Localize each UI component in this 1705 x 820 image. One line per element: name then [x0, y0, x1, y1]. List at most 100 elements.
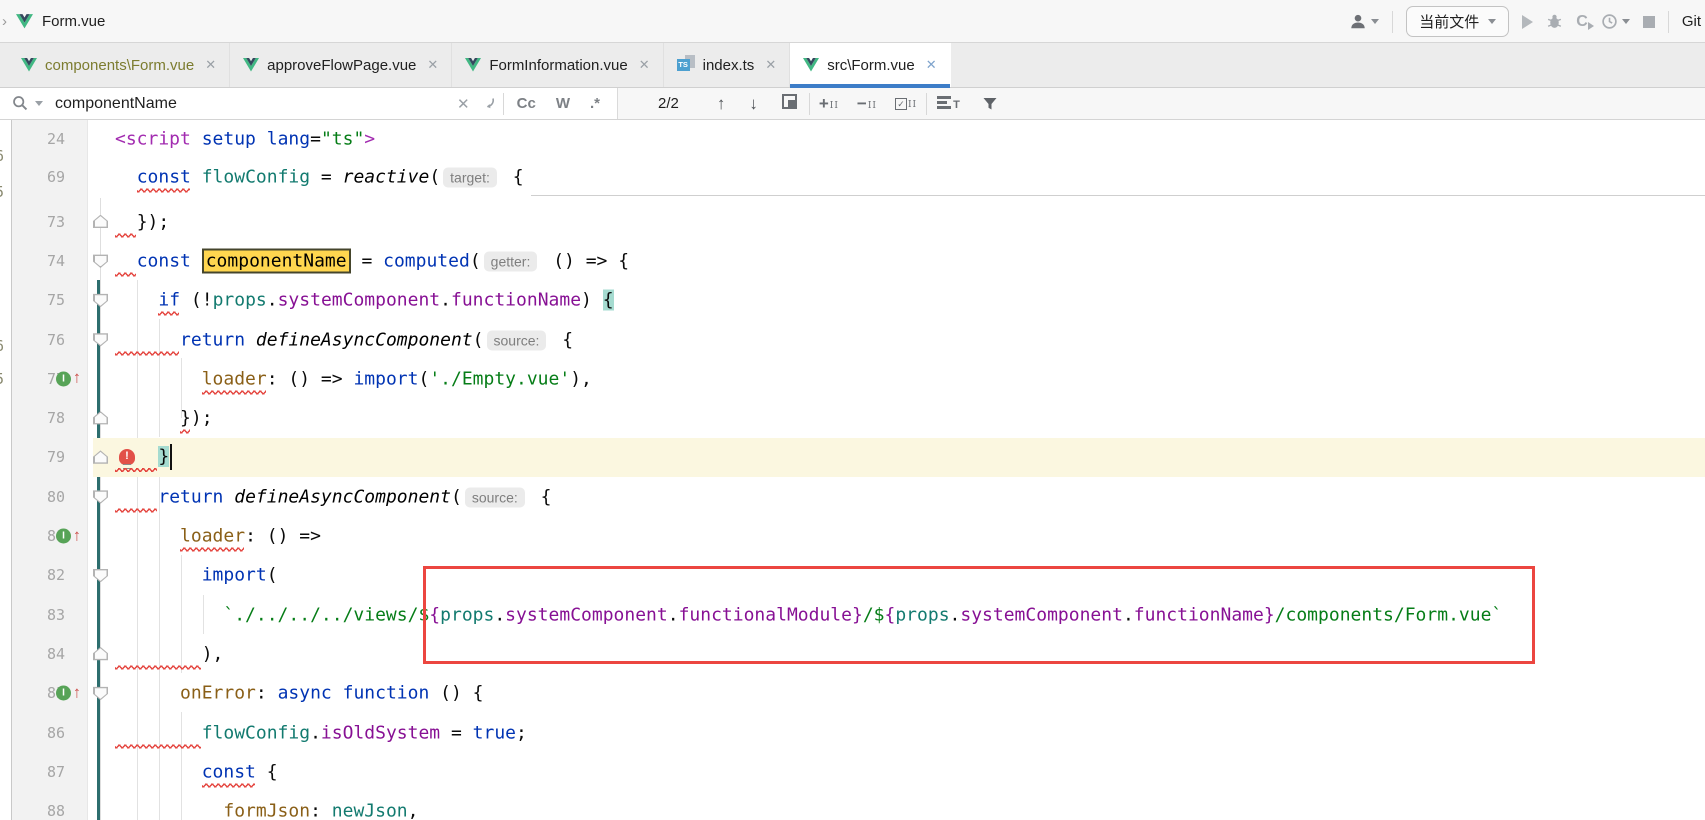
search-query-text[interactable]: componentName	[55, 95, 177, 113]
text-cursor	[170, 444, 172, 470]
code-text: onError: async function () {	[115, 683, 484, 704]
fold-marker-icon[interactable]	[93, 411, 108, 425]
tab-close-icon[interactable]: ✕	[765, 57, 776, 73]
code-line-75[interactable]: 75 if (!props.systemComponent.functionNa…	[0, 281, 1705, 320]
clipped-line-number: 5	[0, 370, 9, 388]
implemented-gutter-icon[interactable]: I↑	[56, 371, 81, 386]
vue-logo-icon	[243, 58, 259, 72]
code-line-79[interactable]: 79! }	[0, 438, 1705, 477]
match-case-toggle[interactable]: Cc	[510, 95, 543, 112]
tab-label: index.ts	[703, 57, 755, 74]
sticky-lines-separator	[531, 195, 1705, 196]
code-line-81[interactable]: 81I↑ loader: () =>	[0, 516, 1705, 555]
code-text: <script setup lang="ts">	[115, 129, 375, 150]
git-menu-label[interactable]: Git	[1682, 13, 1701, 30]
code-text: loader: () =>	[115, 526, 321, 547]
chevron-down-icon	[1371, 19, 1379, 24]
fold-marker-icon[interactable]	[93, 293, 108, 307]
select-all-occurrences-icon[interactable]: ✓II	[886, 98, 926, 110]
search-history-icon[interactable]	[35, 101, 43, 106]
run-icon[interactable]	[1522, 15, 1533, 29]
line-number: 73	[0, 213, 76, 231]
tab-label: approveFlowPage.vue	[267, 57, 416, 74]
toolbar-divider	[503, 93, 504, 115]
tab-approveflowpage.vue[interactable]: approveFlowPage.vue ✕	[230, 43, 452, 87]
title-bar: › Form.vue 当前文件 C Git	[0, 0, 1705, 43]
search-input[interactable]: componentName ✕ Cc W .*	[0, 88, 618, 119]
profiler-button[interactable]	[1601, 13, 1630, 30]
line-number: 76	[0, 331, 76, 349]
code-line-77[interactable]: 77I↑ loader: () => import('./Empty.vue')…	[0, 359, 1705, 398]
code-line-74[interactable]: 74 const componentName = computed(getter…	[0, 241, 1705, 280]
tab-close-icon[interactable]: ✕	[926, 57, 937, 73]
code-line-76[interactable]: 76 return defineAsyncComponent(source: {	[0, 320, 1705, 359]
fold-marker-icon[interactable]	[93, 647, 108, 661]
next-match-icon[interactable]: ↓	[737, 94, 770, 114]
code-lines: 73 });74 const componentName = computed(…	[0, 202, 1705, 820]
tab-label: components\Form.vue	[45, 57, 194, 74]
breadcrumb-chevron-icon: ›	[2, 13, 7, 30]
editor-tab-bar: components\Form.vue ✕ approveFlowPage.vue ✕…	[0, 43, 1705, 88]
code-line-80[interactable]: 80 return defineAsyncComponent(source: {	[0, 477, 1705, 516]
run-configuration-select[interactable]: 当前文件	[1406, 6, 1509, 37]
chevron-down-icon	[1622, 19, 1630, 24]
filter-lines-icon[interactable]: T	[927, 96, 970, 111]
line-number: 80	[0, 488, 76, 506]
fold-marker-icon[interactable]	[93, 215, 108, 229]
tab-forminformation.vue[interactable]: FormInformation.vue ✕	[452, 43, 663, 87]
add-occurrence-icon[interactable]: +II	[810, 96, 848, 111]
vue-logo-icon	[803, 58, 819, 72]
fold-marker-icon[interactable]	[93, 450, 108, 464]
funnel-filter-icon[interactable]	[970, 96, 1010, 111]
tab-close-icon[interactable]: ✕	[427, 57, 438, 73]
stop-icon[interactable]	[1643, 16, 1655, 28]
line-number: 74	[0, 252, 76, 270]
tab-close-icon[interactable]: ✕	[639, 57, 650, 73]
tab-components-form.vue[interactable]: components\Form.vue ✕	[8, 43, 230, 87]
code-line-73[interactable]: 73 });	[0, 202, 1705, 241]
newline-arrow-icon[interactable]	[481, 96, 497, 111]
run-configuration-label: 当前文件	[1419, 11, 1479, 32]
implemented-gutter-icon[interactable]: I↑	[56, 686, 81, 701]
code-text: if (!props.systemComponent.functionName)…	[115, 290, 614, 311]
prev-match-icon[interactable]: ↑	[705, 94, 738, 114]
fold-marker-icon[interactable]	[93, 686, 108, 700]
line-number: 82	[0, 566, 76, 584]
sticky-lines-panel: 24<script setup lang="ts">69 const flowC…	[0, 120, 1705, 196]
remove-occurrence-icon[interactable]: −II	[848, 96, 886, 111]
tab-src-form.vue[interactable]: src\Form.vue✕	[790, 43, 950, 87]
code-line-69[interactable]: 69 const flowConfig = reactive(target: {	[0, 158, 1705, 196]
tab-close-icon[interactable]: ✕	[205, 57, 216, 73]
find-in-selection-icon[interactable]	[770, 94, 809, 114]
fold-marker-icon[interactable]	[93, 490, 108, 504]
debug-bug-icon[interactable]	[1546, 13, 1563, 30]
fold-marker-icon[interactable]	[93, 254, 108, 268]
coverage-icon[interactable]: C	[1576, 13, 1588, 31]
search-magnifier-icon[interactable]	[12, 95, 29, 112]
clear-search-icon[interactable]: ✕	[452, 95, 475, 113]
profiler-clock-icon	[1601, 13, 1618, 30]
line-number: 86	[0, 724, 76, 742]
code-line-78[interactable]: 78 });	[0, 398, 1705, 437]
current-line-highlight	[93, 438, 1705, 477]
fold-marker-icon[interactable]	[93, 568, 108, 582]
code-line-85[interactable]: 85I↑ onError: async function () {	[0, 674, 1705, 713]
implemented-gutter-icon[interactable]: I↑	[56, 529, 81, 544]
code-text: const flowConfig = reactive(target: {	[115, 167, 524, 188]
vue-logo-icon	[465, 58, 481, 72]
code-text: loader: () => import('./Empty.vue'),	[115, 368, 592, 389]
whole-words-toggle[interactable]: W	[549, 95, 577, 112]
toolbar-divider	[1668, 11, 1669, 33]
code-line-24[interactable]: 24<script setup lang="ts">	[0, 120, 1705, 158]
fold-marker-icon[interactable]	[93, 333, 108, 347]
user-profile-button[interactable]	[1349, 13, 1379, 30]
code-line-88[interactable]: 88 formJson: newJson,	[0, 791, 1705, 820]
code-line-86[interactable]: 86 flowConfig.isOldSystem = true;	[0, 713, 1705, 752]
tab-label: FormInformation.vue	[489, 57, 627, 74]
code-line-87[interactable]: 87 const {	[0, 752, 1705, 791]
tab-index.ts[interactable]: TSindex.ts✕	[664, 43, 791, 87]
code-text: flowConfig.isOldSystem = true;	[115, 722, 527, 743]
regex-toggle[interactable]: .*	[583, 95, 607, 112]
code-editor[interactable]: 24<script setup lang="ts">69 const flowC…	[0, 120, 1705, 820]
vue-logo-icon	[16, 14, 33, 29]
